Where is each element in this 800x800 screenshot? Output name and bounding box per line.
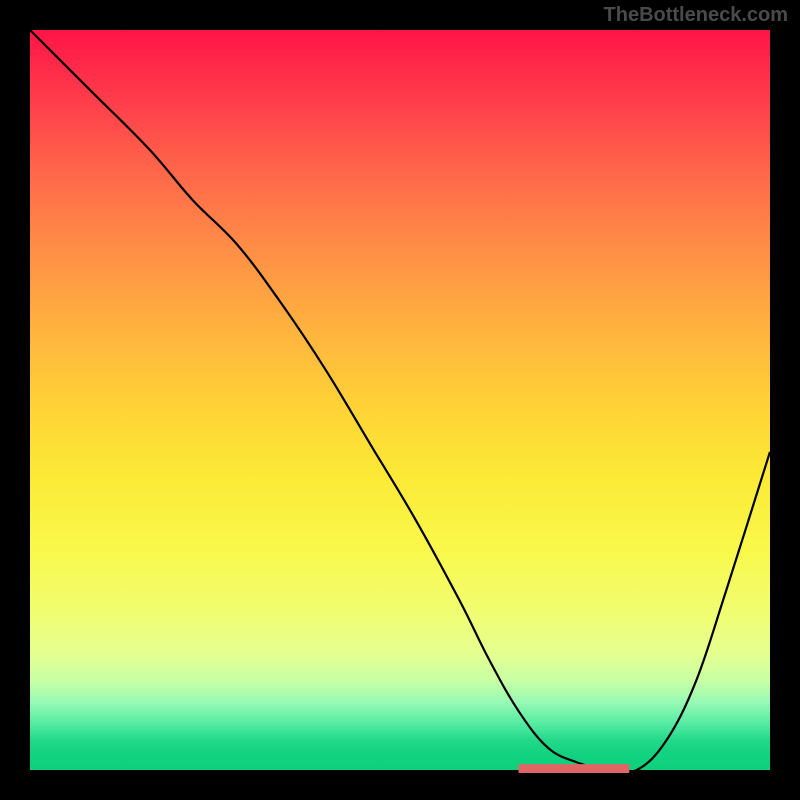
optimal-range-marker bbox=[518, 764, 629, 773]
watermark-text: TheBottleneck.com bbox=[604, 4, 788, 27]
plot-area bbox=[30, 30, 770, 770]
curve-svg bbox=[30, 30, 770, 770]
bottleneck-curve bbox=[30, 30, 770, 773]
